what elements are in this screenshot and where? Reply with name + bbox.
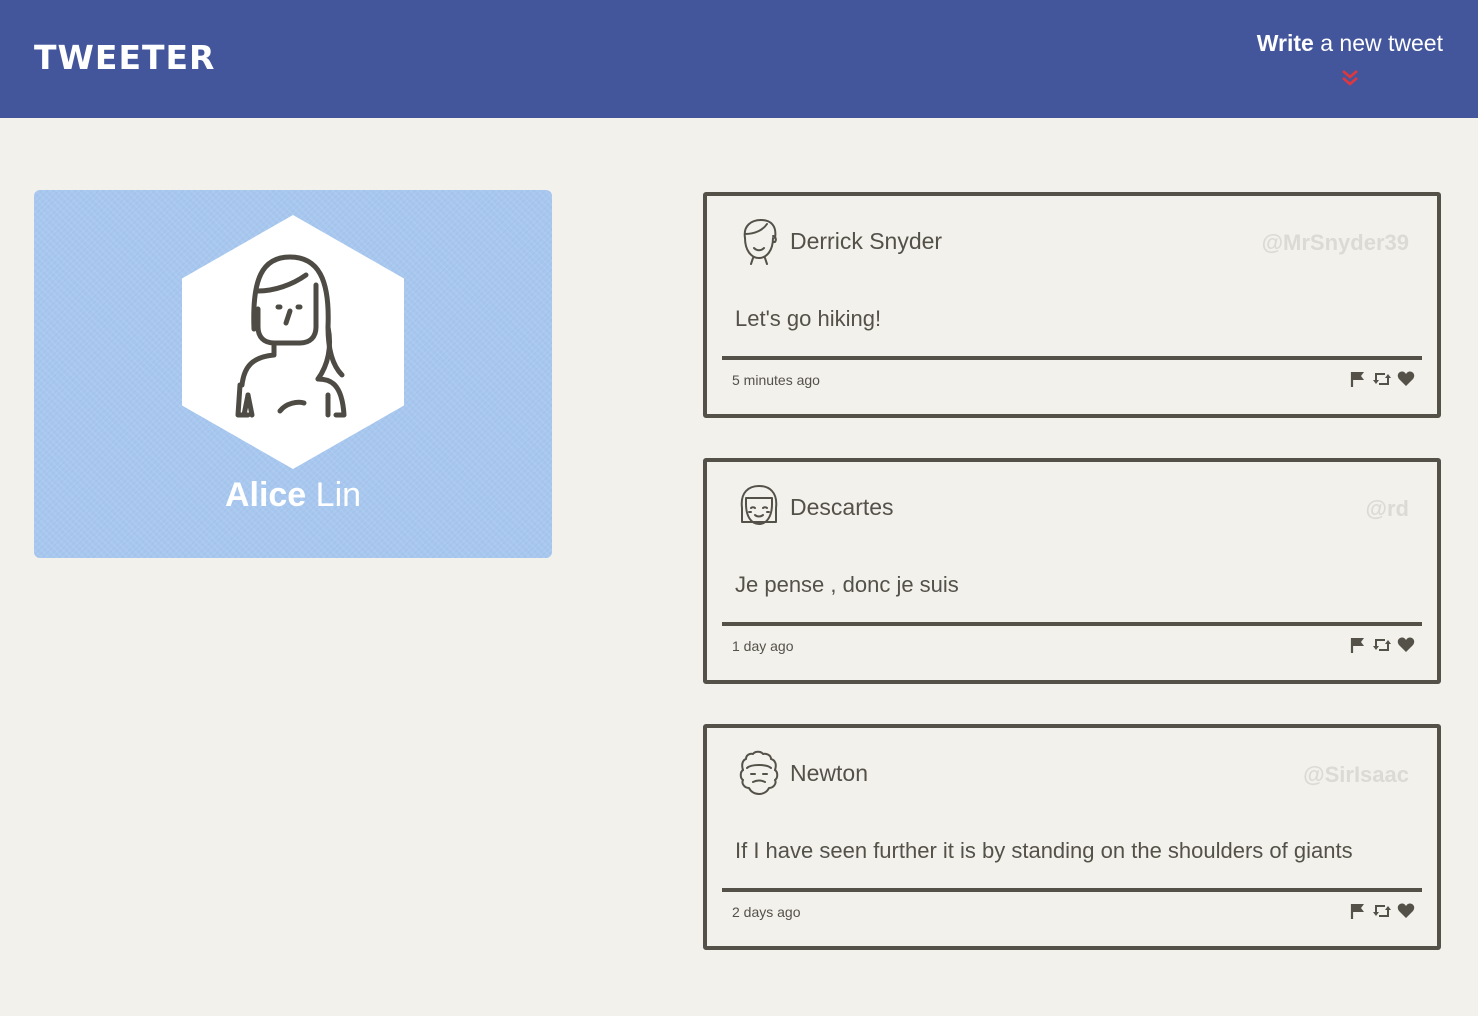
profile-name: Alice Lin: [34, 476, 552, 515]
profile-last-name: Lin: [306, 476, 362, 514]
double-chevron-down-icon: [1342, 70, 1358, 86]
tweet-content: Let's go hiking!: [735, 306, 882, 331]
write-label-bold: Write: [1256, 30, 1314, 56]
retweet-icon[interactable]: [1373, 370, 1391, 388]
tweet-card: Derrick Snyder @MrSnyder39 Let's go hiki…: [703, 192, 1441, 418]
heart-icon[interactable]: [1397, 902, 1415, 920]
tweet-card: Newton @SirIsaac If I have seen further …: [703, 724, 1441, 950]
tweet-author[interactable]: Descartes: [790, 494, 894, 521]
heart-icon[interactable]: [1397, 636, 1415, 654]
tweet-handle[interactable]: @rd: [1366, 496, 1409, 522]
heart-icon[interactable]: [1397, 370, 1415, 388]
man-avatar-icon: [743, 219, 777, 265]
tweet-content: Je pense , donc je suis: [735, 572, 959, 597]
tweet-time: 1 day ago: [732, 638, 794, 654]
retweet-icon[interactable]: [1373, 636, 1391, 654]
tweet-time: 2 days ago: [732, 904, 801, 920]
tweet-author[interactable]: Newton: [790, 760, 868, 787]
tweet-card: Descartes @rd Je pense , donc je suis 1 …: [703, 458, 1441, 684]
flag-icon[interactable]: [1349, 636, 1367, 654]
tweet-actions: [1349, 636, 1415, 654]
write-new-tweet-button[interactable]: Write a new tweet: [1257, 30, 1443, 87]
profile-card: Alice Lin: [34, 190, 552, 558]
write-label-rest: a new tweet: [1313, 30, 1443, 56]
tweet-divider: [722, 356, 1422, 360]
tweet-actions: [1349, 370, 1415, 388]
tweet-divider: [722, 888, 1422, 892]
retweet-icon[interactable]: [1373, 902, 1391, 920]
bangs-avatar-icon: [740, 485, 778, 525]
curly-hair-avatar-icon: [739, 750, 779, 795]
tweet-content: If I have seen further it is by standing…: [735, 838, 1353, 863]
tweet-divider: [722, 622, 1422, 626]
write-new-tweet-label: Write a new tweet: [1257, 30, 1443, 57]
tweet-time: 5 minutes ago: [732, 372, 820, 388]
profile-avatar-hexagon: [182, 215, 404, 469]
tweet-actions: [1349, 902, 1415, 920]
tweet-handle[interactable]: @MrSnyder39: [1262, 230, 1409, 256]
tweet-handle[interactable]: @SirIsaac: [1303, 762, 1409, 788]
flag-icon[interactable]: [1349, 902, 1367, 920]
tweet-author[interactable]: Derrick Snyder: [790, 228, 942, 255]
app-logo[interactable]: TWEETER: [34, 38, 215, 77]
profile-first-name: Alice: [224, 476, 307, 514]
flag-icon[interactable]: [1349, 370, 1367, 388]
top-nav: TWEETER Write a new tweet: [0, 0, 1478, 118]
